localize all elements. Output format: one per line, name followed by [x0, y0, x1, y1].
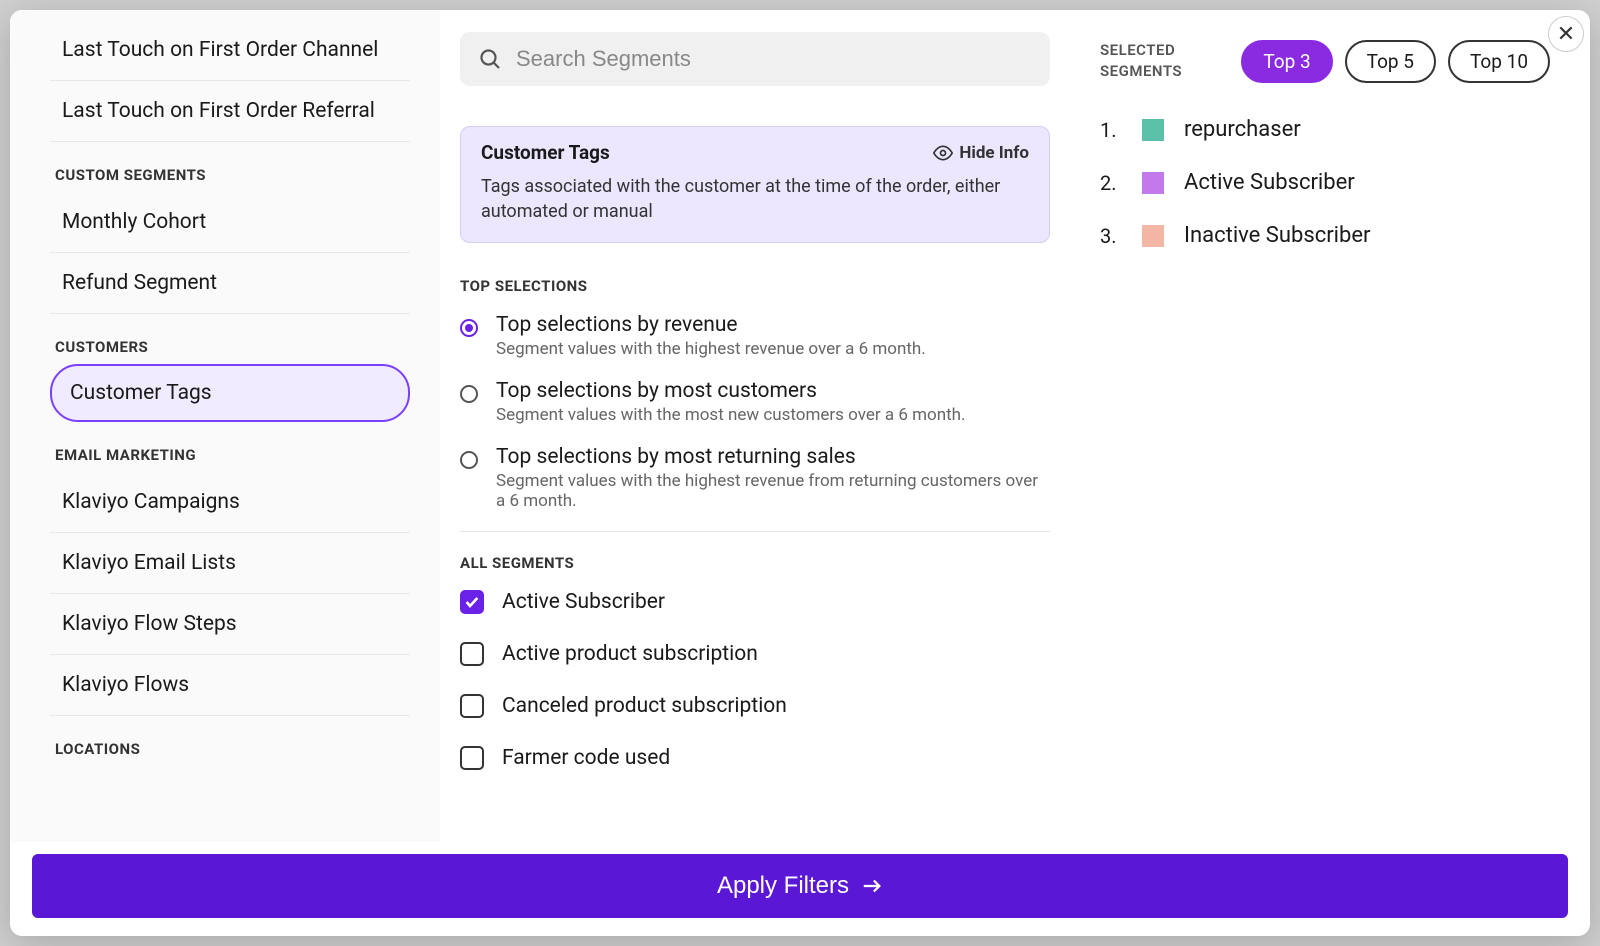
radio-icon — [460, 319, 478, 337]
sidebar-heading-email: EMAIL MARKETING — [50, 422, 410, 472]
radio-option-returning[interactable]: Top selections by most returning sales S… — [460, 445, 1050, 511]
sidebar-heading-customers: CUSTOMERS — [50, 314, 410, 364]
search-container — [460, 32, 1050, 86]
pill-top-3[interactable]: Top 3 — [1241, 40, 1332, 83]
right-header: SELECTED SEGMENTS Top 3 Top 5 Top 10 — [1100, 40, 1550, 83]
info-card-header: Customer Tags Hide Info — [481, 141, 1029, 164]
radio-title: Top selections by most returning sales — [496, 445, 1050, 469]
radio-title: Top selections by most customers — [496, 379, 966, 403]
arrow-right-icon — [861, 875, 883, 897]
color-swatch — [1142, 119, 1164, 141]
checkbox-icon — [460, 746, 484, 770]
segment-checkbox-item[interactable]: Active Subscriber — [460, 590, 1050, 614]
radio-icon — [460, 451, 478, 469]
segment-name: Active Subscriber — [1184, 170, 1355, 195]
segment-number: 2. — [1100, 171, 1122, 195]
modal-content: Last Touch on First Order Channel Last T… — [10, 10, 1590, 842]
sidebar-item[interactable]: Klaviyo Flows — [50, 655, 410, 716]
checkbox-icon — [460, 642, 484, 666]
segment-filter-modal: ✕ Last Touch on First Order Channel Last… — [10, 10, 1590, 936]
info-card: Customer Tags Hide Info Tags associated … — [460, 126, 1050, 243]
radio-option-customers[interactable]: Top selections by most customers Segment… — [460, 379, 1050, 425]
center-panel: Customer Tags Hide Info Tags associated … — [440, 10, 1080, 842]
checkbox-label: Active Subscriber — [502, 590, 665, 614]
sidebar-item[interactable]: Klaviyo Email Lists — [50, 533, 410, 594]
info-title: Customer Tags — [481, 141, 610, 164]
radio-desc: Segment values with the highest revenue … — [496, 339, 926, 359]
checkbox-label: Active product subscription — [502, 642, 758, 666]
right-panel: SELECTED SEGMENTS Top 3 Top 5 Top 10 1. … — [1080, 10, 1590, 842]
checkbox-icon — [460, 590, 484, 614]
apply-filters-button[interactable]: Apply Filters — [32, 854, 1568, 918]
sidebar: Last Touch on First Order Channel Last T… — [10, 10, 440, 842]
info-description: Tags associated with the customer at the… — [481, 174, 1029, 224]
modal-footer: Apply Filters — [10, 842, 1590, 936]
radio-title: Top selections by revenue — [496, 313, 926, 337]
selected-segment-row: 1. repurchaser — [1100, 117, 1550, 142]
checkbox-label: Farmer code used — [502, 746, 670, 770]
selected-segment-row: 3. Inactive Subscriber — [1100, 223, 1550, 248]
top-selections-heading: TOP SELECTIONS — [460, 277, 1050, 295]
sidebar-item[interactable]: Last Touch on First Order Referral — [50, 81, 410, 142]
search-icon — [478, 47, 502, 71]
sidebar-item[interactable]: Monthly Cohort — [50, 192, 410, 253]
segment-checkbox-item[interactable]: Farmer code used — [460, 746, 1050, 770]
radio-icon — [460, 385, 478, 403]
top-selections-list: Top selections by revenue Segment values… — [460, 313, 1050, 532]
segment-checkbox-item[interactable]: Active product subscription — [460, 642, 1050, 666]
pill-top-10[interactable]: Top 10 — [1448, 40, 1550, 83]
sidebar-heading-custom: CUSTOM SEGMENTS — [50, 142, 410, 192]
radio-option-revenue[interactable]: Top selections by revenue Segment values… — [460, 313, 1050, 359]
segment-checkbox-item[interactable]: Canceled product subscription — [460, 694, 1050, 718]
segment-name: Inactive Subscriber — [1184, 223, 1371, 248]
sidebar-item[interactable]: Klaviyo Campaigns — [50, 472, 410, 533]
search-input[interactable] — [516, 46, 1032, 72]
radio-desc: Segment values with the most new custome… — [496, 405, 966, 425]
sidebar-item-customer-tags[interactable]: Customer Tags — [50, 364, 410, 422]
apply-button-label: Apply Filters — [717, 872, 849, 900]
sidebar-item[interactable]: Last Touch on First Order Channel — [50, 20, 410, 81]
sidebar-heading-locations: LOCATIONS — [50, 716, 410, 766]
segment-number: 1. — [1100, 118, 1122, 142]
color-swatch — [1142, 225, 1164, 247]
top-n-pills: Top 3 Top 5 Top 10 — [1241, 40, 1550, 83]
eye-icon — [933, 143, 953, 163]
close-icon: ✕ — [1557, 22, 1575, 47]
close-button[interactable]: ✕ — [1548, 16, 1584, 52]
color-swatch — [1142, 172, 1164, 194]
sidebar-item[interactable]: Refund Segment — [50, 253, 410, 314]
segment-name: repurchaser — [1184, 117, 1301, 142]
all-segments-heading: ALL SEGMENTS — [460, 554, 1050, 572]
sidebar-item[interactable]: Klaviyo Flow Steps — [50, 594, 410, 655]
hide-info-toggle[interactable]: Hide Info — [933, 143, 1029, 163]
segment-number: 3. — [1100, 224, 1122, 248]
radio-desc: Segment values with the highest revenue … — [496, 471, 1050, 511]
all-segments-list: Active Subscriber Active product subscri… — [460, 590, 1050, 770]
checkbox-label: Canceled product subscription — [502, 694, 787, 718]
selected-segment-row: 2. Active Subscriber — [1100, 170, 1550, 195]
selected-segments-label: SELECTED SEGMENTS — [1100, 40, 1182, 82]
hide-info-label: Hide Info — [959, 143, 1029, 163]
pill-top-5[interactable]: Top 5 — [1345, 40, 1436, 83]
checkbox-icon — [460, 694, 484, 718]
